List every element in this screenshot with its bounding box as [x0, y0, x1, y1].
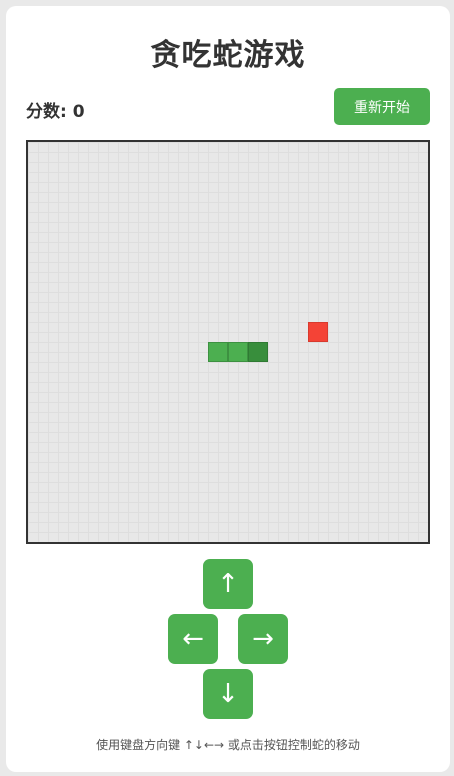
page-title: 贪吃蛇游戏 [150, 38, 306, 73]
food-item [308, 322, 328, 342]
game-board [26, 140, 430, 544]
restart-button[interactable]: 重新开始 [334, 88, 430, 125]
snake-segment [208, 342, 228, 362]
score-display: 分数: 0 [26, 97, 85, 122]
down-arrow-button[interactable]: ↓ [203, 669, 253, 719]
game-container: 贪吃蛇游戏 分数: 0 重新开始 ↑ ← → ↓ 使用键盘方向键 ↑↓←→ 或点… [6, 6, 450, 772]
up-arrow-button[interactable]: ↑ [203, 559, 253, 609]
left-arrow-button[interactable]: ← [168, 614, 218, 664]
right-arrow-button[interactable]: → [238, 614, 288, 664]
instructions-text: 使用键盘方向键 ↑↓←→ 或点击按钮控制蛇的移动 [96, 738, 360, 752]
score-label: 分数: [26, 102, 73, 122]
snake-segment [228, 342, 248, 362]
score-value: 0 [72, 102, 85, 122]
snake-head [248, 342, 268, 362]
